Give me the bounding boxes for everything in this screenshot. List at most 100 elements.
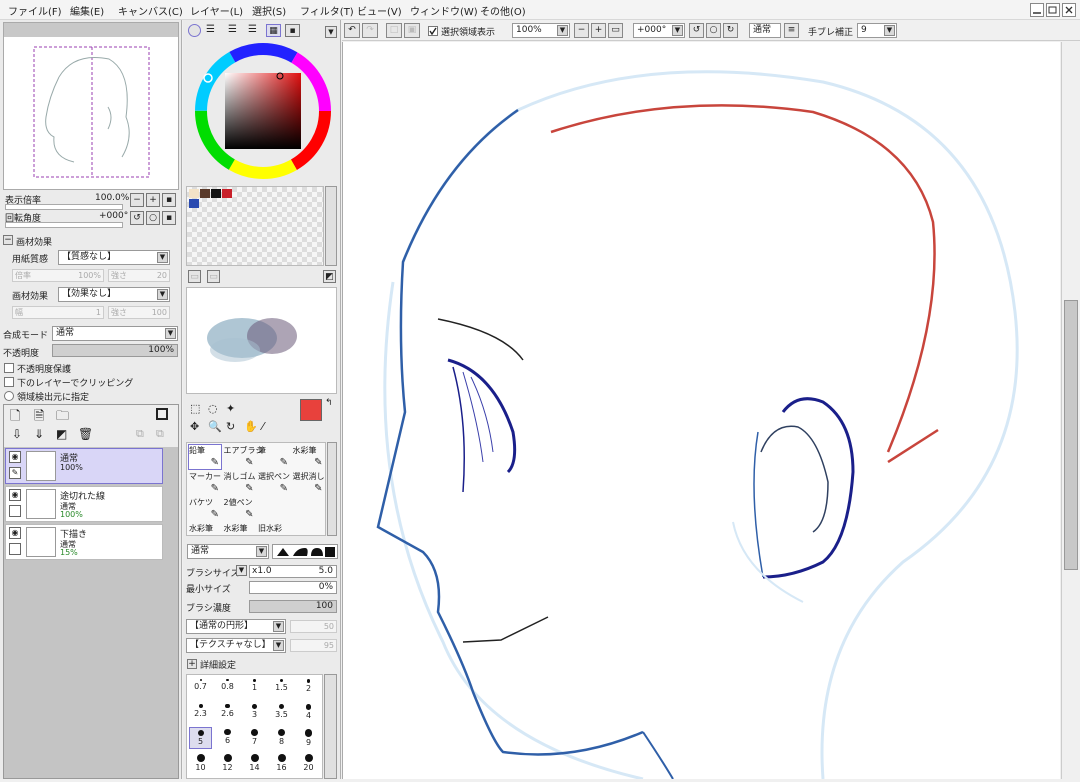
move-icon[interactable]: ✥: [190, 420, 199, 433]
menu-window[interactable]: ウィンドウ(W): [410, 3, 478, 18]
lock-icon[interactable]: [9, 543, 21, 555]
brush-size-cell[interactable]: 2.3: [189, 702, 212, 724]
brush-size-cell[interactable]: 14: [243, 752, 266, 774]
layer-mask-icon[interactable]: [156, 408, 168, 420]
mix-tab-icon[interactable]: ☰: [248, 24, 257, 35]
color-menu-icon[interactable]: ▼: [325, 26, 337, 38]
clipping-checkbox[interactable]: [4, 377, 14, 387]
brush-mode-select[interactable]: 通常 ▼: [187, 544, 269, 559]
delete-layer-icon[interactable]: 🗑: [78, 427, 93, 441]
size-mult-icon[interactable]: ▼: [236, 565, 247, 576]
menu-other[interactable]: その他(O): [480, 3, 526, 18]
color-swatch[interactable]: [189, 199, 199, 208]
paste-layer-icon[interactable]: ⧉: [156, 427, 164, 441]
restore-icon[interactable]: [1046, 3, 1060, 17]
detail-expand-icon[interactable]: +: [187, 659, 197, 669]
tool-binary-pen-icon[interactable]: 2値ペン ✎: [223, 496, 257, 522]
color-swatch[interactable]: [222, 189, 232, 198]
eye-icon[interactable]: ◉: [9, 527, 21, 539]
protect-opacity-checkbox[interactable]: [4, 363, 14, 373]
select-area-checkbox[interactable]: [428, 26, 438, 36]
layer-item[interactable]: ◉ ✎ 通常 100%: [5, 448, 163, 484]
effects-collapse-icon[interactable]: −: [3, 235, 13, 245]
stabilizer-select[interactable]: 9 ▼: [857, 23, 897, 38]
layer-item[interactable]: ◉ 途切れた線 通常 100%: [5, 486, 163, 522]
brush-size-cell[interactable]: 16: [270, 752, 293, 774]
paper-select[interactable]: 【質感なし】 ▼: [58, 250, 170, 265]
minimize-icon[interactable]: [1030, 3, 1044, 17]
brush-texture-select[interactable]: 【テクスチャなし】 ▼: [186, 638, 286, 653]
scratch-clear-icon[interactable]: ▭: [188, 270, 201, 283]
tool-empty-slot[interactable]: [292, 496, 326, 522]
brush-size-cell[interactable]: 3.5: [270, 702, 293, 724]
rotate-right-icon[interactable]: ↻: [723, 23, 738, 38]
nav-zoom-in-icon[interactable]: +: [146, 193, 160, 207]
color-swatch[interactable]: [189, 189, 199, 198]
tool-marker-icon[interactable]: マーカー ✎: [188, 470, 222, 496]
tool-select-erase-icon[interactable]: 選択消し ✎: [292, 470, 326, 496]
tool-scrollbar[interactable]: [327, 442, 337, 536]
rotate-left-icon[interactable]: ↺: [689, 23, 704, 38]
rotation-select[interactable]: +000° ▼: [633, 23, 685, 38]
merge-down-icon[interactable]: ⇓: [34, 427, 44, 441]
zoom-reset-icon[interactable]: ▭: [608, 23, 623, 38]
flip-icon[interactable]: ≡: [784, 23, 799, 38]
brush-size-cell[interactable]: 1: [243, 677, 266, 699]
nav-zoom-out-icon[interactable]: −: [130, 193, 144, 207]
rotate-tool-icon[interactable]: ↻: [226, 420, 235, 433]
effect-select[interactable]: 【効果なし】 ▼: [58, 287, 170, 302]
canvas-scroll-thumb[interactable]: [1064, 300, 1078, 570]
nav-zoom-reset-icon[interactable]: ▪: [162, 193, 176, 207]
nav-rotate-right-icon[interactable]: ▪: [162, 211, 176, 225]
zoom-tool-icon[interactable]: 🔍: [208, 420, 222, 433]
swatch-tab-icon[interactable]: ▦: [266, 24, 281, 37]
scratch-save-icon[interactable]: ▭: [207, 270, 220, 283]
opacity-bar[interactable]: 100%: [52, 344, 178, 357]
min-size-bar[interactable]: 0%: [249, 581, 337, 594]
deselect-icon[interactable]: □: [386, 23, 402, 38]
layer-blend-select[interactable]: 通常 ▼: [52, 326, 178, 341]
tool-airbrush-icon[interactable]: エアブラシ ✎: [223, 444, 264, 470]
brush-size-cell[interactable]: 10: [189, 752, 212, 774]
color-swatch[interactable]: [211, 189, 221, 198]
primary-color-icon[interactable]: [300, 399, 322, 421]
canvas[interactable]: [342, 42, 1060, 781]
detect-source-radio[interactable]: [4, 391, 14, 401]
canvas-blend-select[interactable]: 通常: [749, 23, 781, 38]
size-grid-scrollbar[interactable]: [324, 674, 337, 779]
tool-watercolor-icon[interactable]: 水彩筆 ✎: [292, 444, 326, 470]
menu-select[interactable]: 選択(S): [252, 3, 286, 18]
clear-layer-icon[interactable]: ◩: [56, 427, 67, 441]
tool-brush-icon[interactable]: 筆 ✎: [257, 444, 291, 470]
tool-empty-slot[interactable]: [257, 496, 291, 522]
color-wheel-tab-icon[interactable]: [188, 24, 201, 37]
nav-rotate-reset-icon[interactable]: ○: [146, 211, 160, 225]
zoom-in-icon[interactable]: +: [591, 23, 606, 38]
zoom-slider[interactable]: [5, 204, 123, 210]
brush-size-cell[interactable]: 7: [243, 727, 266, 749]
menu-filter[interactable]: フィルタ(T): [300, 3, 354, 18]
eye-icon[interactable]: ◉: [9, 451, 21, 463]
brush-size-cell[interactable]: 6: [216, 727, 239, 749]
hsv-slider-tab-icon[interactable]: ☰: [228, 24, 237, 35]
brush-size-cell[interactable]: 1.5: [270, 677, 293, 699]
menu-edit[interactable]: 編集(E): [70, 3, 104, 18]
new-layer-icon[interactable]: 🗋: [10, 407, 20, 429]
rotate-slider[interactable]: [5, 222, 123, 228]
undo-icon[interactable]: ↶: [344, 23, 360, 38]
scratchpad[interactable]: [186, 287, 337, 394]
brush-size-cell[interactable]: 8: [270, 727, 293, 749]
zoom-out-icon[interactable]: −: [574, 23, 589, 38]
brush-size-cell[interactable]: 2: [297, 677, 320, 699]
rect-select-icon[interactable]: ⬚: [190, 402, 200, 415]
brush-edge-buttons[interactable]: [272, 544, 338, 559]
new-layer-set-icon[interactable]: 🗎: [34, 407, 44, 429]
menu-file[interactable]: ファイル(F): [8, 3, 62, 18]
new-folder-icon[interactable]: 🗀: [56, 407, 69, 429]
lasso-icon[interactable]: ◌: [208, 402, 218, 415]
copy-layer-icon[interactable]: ⧉: [136, 427, 144, 441]
pen-lock-icon[interactable]: ✎: [9, 467, 21, 479]
brush-size-cell[interactable]: 3: [243, 702, 266, 724]
layer-item[interactable]: ◉ 下描き 通常 15%: [5, 524, 163, 560]
brush-size-bar[interactable]: x1.0 5.0: [249, 565, 337, 578]
